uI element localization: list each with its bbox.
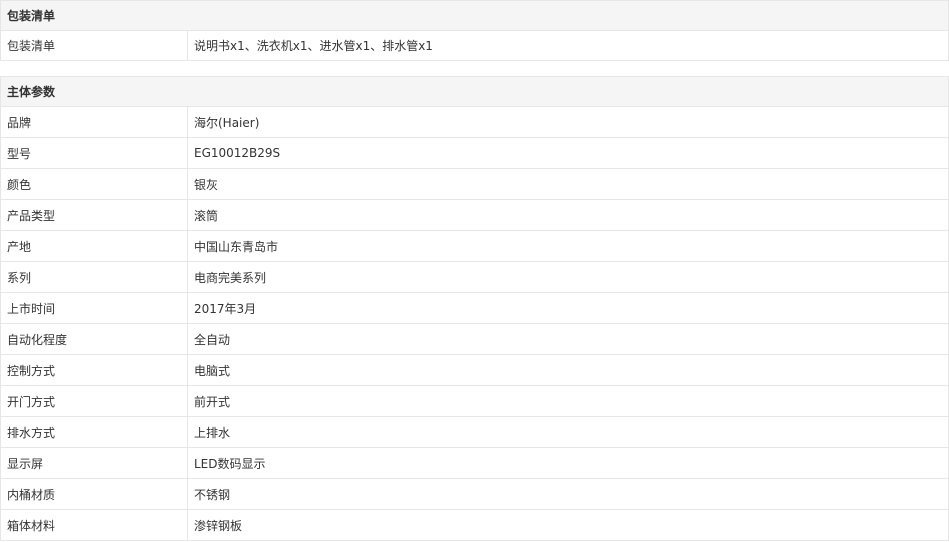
table-row: 颜色 银灰 bbox=[0, 168, 949, 200]
spec-label: 包装清单 bbox=[0, 30, 188, 61]
section-title: 包装清单 bbox=[0, 0, 949, 31]
spec-value: 中国山东青岛市 bbox=[186, 230, 949, 262]
section-header: 主体参数 bbox=[0, 76, 949, 107]
table-row: 产品类型 滚筒 bbox=[0, 199, 949, 231]
spec-label: 产品类型 bbox=[0, 199, 188, 231]
spec-value: 滚筒 bbox=[186, 199, 949, 231]
table-row: 开门方式 前开式 bbox=[0, 385, 949, 417]
section-title: 主体参数 bbox=[0, 76, 949, 107]
spec-value: 不锈钢 bbox=[186, 478, 949, 510]
spec-label: 显示屏 bbox=[0, 447, 188, 479]
spec-value: 前开式 bbox=[186, 385, 949, 417]
spec-value: 银灰 bbox=[186, 168, 949, 200]
spec-label: 排水方式 bbox=[0, 416, 188, 448]
spec-label: 箱体材料 bbox=[0, 509, 188, 541]
table-row: 排水方式 上排水 bbox=[0, 416, 949, 448]
table-row: 型号 EG10012B29S bbox=[0, 137, 949, 169]
spec-label: 控制方式 bbox=[0, 354, 188, 386]
table-row: 系列 电商完美系列 bbox=[0, 261, 949, 293]
spec-label: 品牌 bbox=[0, 106, 188, 138]
spec-value: 海尔(Haier) bbox=[186, 106, 949, 138]
spec-value: 全自动 bbox=[186, 323, 949, 355]
spec-label: 型号 bbox=[0, 137, 188, 169]
table-row: 包装清单 说明书x1、洗衣机x1、进水管x1、排水管x1 bbox=[0, 30, 949, 61]
spec-value: 渗锌钢板 bbox=[186, 509, 949, 541]
table-row: 品牌 海尔(Haier) bbox=[0, 106, 949, 138]
table-row: 显示屏 LED数码显示 bbox=[0, 447, 949, 479]
table-row: 自动化程度 全自动 bbox=[0, 323, 949, 355]
spec-value: 上排水 bbox=[186, 416, 949, 448]
spec-label: 内桶材质 bbox=[0, 478, 188, 510]
spec-value: LED数码显示 bbox=[186, 447, 949, 479]
spec-label: 开门方式 bbox=[0, 385, 188, 417]
spec-value: 说明书x1、洗衣机x1、进水管x1、排水管x1 bbox=[186, 30, 949, 61]
spec-label: 颜色 bbox=[0, 168, 188, 200]
table-row: 内桶材质 不锈钢 bbox=[0, 478, 949, 510]
main-params-table: 主体参数 品牌 海尔(Haier) 型号 EG10012B29S 颜色 银灰 产… bbox=[0, 76, 949, 541]
spec-value: EG10012B29S bbox=[186, 137, 949, 169]
spec-label: 系列 bbox=[0, 261, 188, 293]
table-row: 控制方式 电脑式 bbox=[0, 354, 949, 386]
spec-label: 产地 bbox=[0, 230, 188, 262]
packing-list-table: 包装清单 包装清单 说明书x1、洗衣机x1、进水管x1、排水管x1 bbox=[0, 0, 949, 61]
spec-label: 上市时间 bbox=[0, 292, 188, 324]
spec-label: 自动化程度 bbox=[0, 323, 188, 355]
table-row: 箱体材料 渗锌钢板 bbox=[0, 509, 949, 541]
table-row: 产地 中国山东青岛市 bbox=[0, 230, 949, 262]
section-header: 包装清单 bbox=[0, 0, 949, 31]
spec-value: 电商完美系列 bbox=[186, 261, 949, 293]
spec-page: 包装清单 包装清单 说明书x1、洗衣机x1、进水管x1、排水管x1 主体参数 品… bbox=[0, 0, 949, 542]
table-row: 上市时间 2017年3月 bbox=[0, 292, 949, 324]
spec-value: 2017年3月 bbox=[186, 292, 949, 324]
spec-value: 电脑式 bbox=[186, 354, 949, 386]
